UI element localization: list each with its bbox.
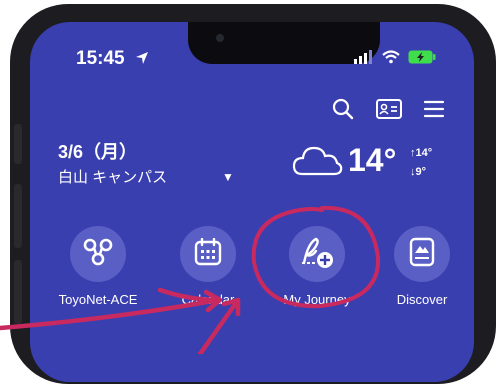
app-label: Calendar: [181, 292, 235, 307]
journey-pen-plus-icon: [298, 235, 336, 274]
discover-book-icon: [409, 237, 435, 272]
app-icon-circle[interactable]: [180, 226, 236, 282]
battery-charging-icon: [408, 50, 436, 69]
cloud-icon: [292, 142, 344, 183]
location-arrow-icon: [134, 50, 150, 71]
app-toyonet-ace[interactable]: ToyoNet-ACE: [43, 226, 153, 307]
app-icon-circle[interactable]: [70, 226, 126, 282]
temperature: 14°: [348, 142, 397, 178]
side-button: [14, 184, 22, 248]
signal-icon: [354, 50, 374, 69]
calendar-icon: [194, 237, 222, 271]
toolbar: [332, 98, 445, 125]
app-icon-circle[interactable]: [394, 226, 450, 282]
date-label: 3/6（月）: [58, 142, 138, 162]
app-calendar[interactable]: Calendar: [153, 226, 263, 307]
caret-down-icon[interactable]: ▼: [222, 170, 234, 184]
campus-selector[interactable]: 白山 キャンパス: [58, 166, 167, 187]
search-icon[interactable]: [332, 98, 354, 125]
toyonet-clover-icon: [81, 237, 115, 272]
menu-icon[interactable]: [423, 100, 445, 123]
id-card-icon[interactable]: [376, 99, 402, 124]
side-button: [14, 124, 22, 164]
notch: [188, 22, 380, 64]
screen: 15:45 3/6（月） 白山 キャンパス ▼ 14° ↑14° ↓9° Toy…: [30, 22, 474, 382]
app-discover[interactable]: Discover: [367, 226, 474, 307]
app-icon-circle[interactable]: [289, 226, 345, 282]
temp-high: ↑14°: [410, 147, 433, 159]
side-button: [14, 260, 22, 324]
temp-low: ↓9°: [410, 166, 427, 178]
status-time: 15:45: [76, 48, 125, 69]
app-label: ToyoNet-ACE: [58, 292, 138, 307]
wifi-icon: [382, 50, 400, 69]
app-label: Discover: [396, 292, 448, 307]
app-my-journey[interactable]: My Journey: [262, 226, 372, 307]
app-label: My Journey: [283, 292, 351, 307]
status-icons: [354, 50, 436, 69]
front-camera: [216, 34, 224, 42]
